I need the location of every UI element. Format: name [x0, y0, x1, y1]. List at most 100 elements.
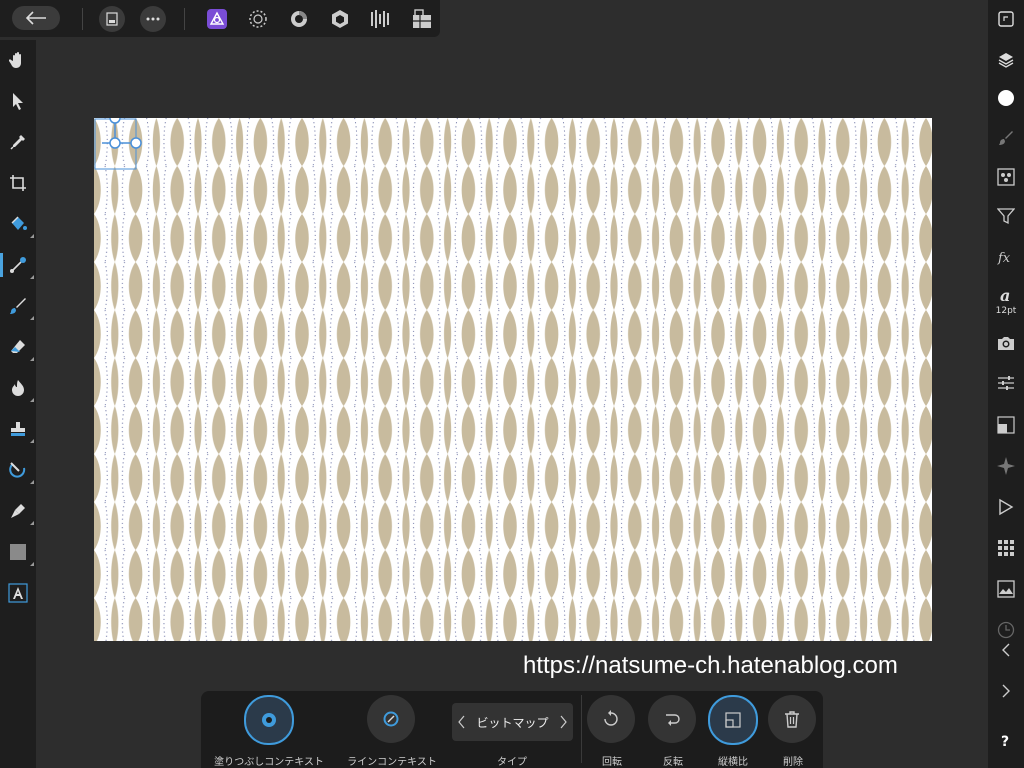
cursor-arrow-icon — [13, 93, 23, 110]
image-icon — [997, 580, 1015, 598]
export-persona-button[interactable] — [369, 7, 393, 31]
help-icon: ? — [1001, 734, 1009, 748]
photo-persona-button[interactable] — [205, 7, 229, 31]
delete-label: 削除 — [783, 757, 803, 768]
fill-context-circle — [244, 695, 294, 745]
flip-icon — [666, 714, 680, 726]
collapse-left-button[interactable] — [992, 636, 1020, 664]
filter-funnel-icon — [997, 208, 1015, 225]
font-size-label: 12pt — [995, 306, 1017, 316]
delete-button[interactable]: 削除 — [745, 695, 841, 768]
submenu-indicator — [30, 562, 34, 566]
burn-tool[interactable] — [4, 374, 34, 402]
document-canvas[interactable] — [94, 118, 932, 641]
help-button[interactable]: ? — [992, 726, 1020, 754]
pen-tool[interactable] — [4, 497, 34, 525]
chevron-right-icon — [1002, 684, 1010, 698]
text-styles-button[interactable]: a — [992, 281, 1020, 309]
svg-text:?: ? — [1001, 734, 1009, 748]
history-button[interactable] — [992, 411, 1020, 439]
more-button[interactable] — [140, 6, 166, 32]
brush-icon — [999, 131, 1013, 145]
hand-tool[interactable] — [4, 46, 32, 74]
photo-persona-icon — [207, 9, 227, 29]
svg-text:a: a — [1000, 286, 1010, 304]
delete-circle — [768, 695, 816, 743]
document-button[interactable] — [99, 6, 125, 32]
submenu-indicator — [30, 275, 34, 279]
type-select[interactable]: ビットマップ — [452, 703, 573, 741]
export-persona-icon — [371, 10, 389, 28]
submenu-indicator — [30, 234, 34, 238]
layers-button[interactable] — [992, 46, 1020, 74]
back-button[interactable] — [12, 6, 60, 30]
chevron-left-icon — [1002, 643, 1010, 657]
stock-button[interactable] — [992, 452, 1020, 480]
line-context-circle — [367, 695, 415, 743]
eraser-icon — [11, 340, 25, 353]
erase-brush-tool[interactable] — [4, 333, 34, 361]
paint-brush-icon — [10, 298, 26, 314]
paint-bucket-icon — [11, 216, 27, 230]
line-context-button[interactable]: ラインコンテキスト — [344, 695, 440, 768]
color-picker-tool[interactable] — [4, 128, 32, 156]
divider — [82, 8, 83, 30]
play-icon — [999, 498, 1014, 516]
text-tool[interactable] — [4, 579, 32, 607]
snapshots-button[interactable] — [992, 329, 1020, 357]
left-toolbar — [0, 40, 36, 768]
camera-icon — [998, 337, 1014, 350]
hand-icon — [9, 52, 21, 68]
move-tool[interactable] — [4, 87, 32, 115]
navigator-button[interactable] — [992, 5, 1020, 33]
liquify-persona-icon — [249, 10, 267, 28]
color-button[interactable] — [992, 84, 1020, 112]
liquify-persona-button[interactable] — [246, 7, 270, 31]
pen-nib-icon — [11, 504, 25, 518]
wave-pattern-image — [94, 118, 932, 641]
fx-icon: fx — [997, 251, 1011, 265]
stamp-icon — [11, 422, 25, 436]
expand-right-button[interactable] — [992, 677, 1020, 705]
channels-button[interactable] — [992, 163, 1020, 191]
top-toolbar — [0, 0, 440, 37]
document-icon — [106, 12, 118, 26]
export-slices-persona-button[interactable] — [410, 7, 434, 31]
adjustments-button[interactable] — [992, 202, 1020, 230]
develop-persona-button[interactable] — [287, 7, 311, 31]
crop-tool[interactable] — [4, 169, 32, 197]
develop-persona-icon — [291, 11, 307, 27]
flood-fill-tool[interactable] — [4, 210, 34, 238]
paint-brush-tool[interactable] — [4, 292, 34, 320]
line-dot-icon — [383, 711, 399, 727]
healing-brush-icon — [9, 462, 26, 478]
type-label: タイプ — [497, 757, 527, 768]
gradient-tool[interactable] — [0, 251, 34, 279]
tone-mapping-persona-icon — [332, 10, 348, 28]
fill-context-button[interactable]: 塗りつぶしコンテキスト — [214, 695, 324, 768]
fill-dot-icon — [262, 713, 276, 727]
flame-icon — [12, 380, 24, 396]
red-eye-tool[interactable] — [4, 456, 34, 484]
grid-icon — [998, 540, 1014, 556]
line-context-label: ラインコンテキスト — [347, 757, 437, 768]
macros-button[interactable] — [992, 493, 1020, 521]
gradient-icon — [10, 257, 26, 273]
brushes-button[interactable] — [992, 124, 1020, 152]
text-frame-icon — [8, 583, 28, 603]
image-button[interactable] — [992, 575, 1020, 603]
navigator-icon — [998, 11, 1014, 27]
library-button[interactable] — [992, 534, 1020, 562]
eyedropper-icon — [10, 135, 25, 150]
layers-icon — [998, 53, 1014, 68]
effects-button[interactable]: fx — [992, 243, 1020, 271]
channels-icon — [997, 168, 1015, 186]
tone-mapping-persona-button[interactable] — [328, 7, 352, 31]
transform-button[interactable] — [992, 369, 1020, 397]
type-select-value: ビットマップ — [476, 715, 549, 730]
submenu-indicator — [30, 521, 34, 525]
chevron-left-icon — [458, 715, 465, 729]
font-a-icon: a — [1000, 286, 1010, 304]
rectangle-tool[interactable] — [4, 538, 34, 566]
clone-tool[interactable] — [4, 415, 34, 443]
